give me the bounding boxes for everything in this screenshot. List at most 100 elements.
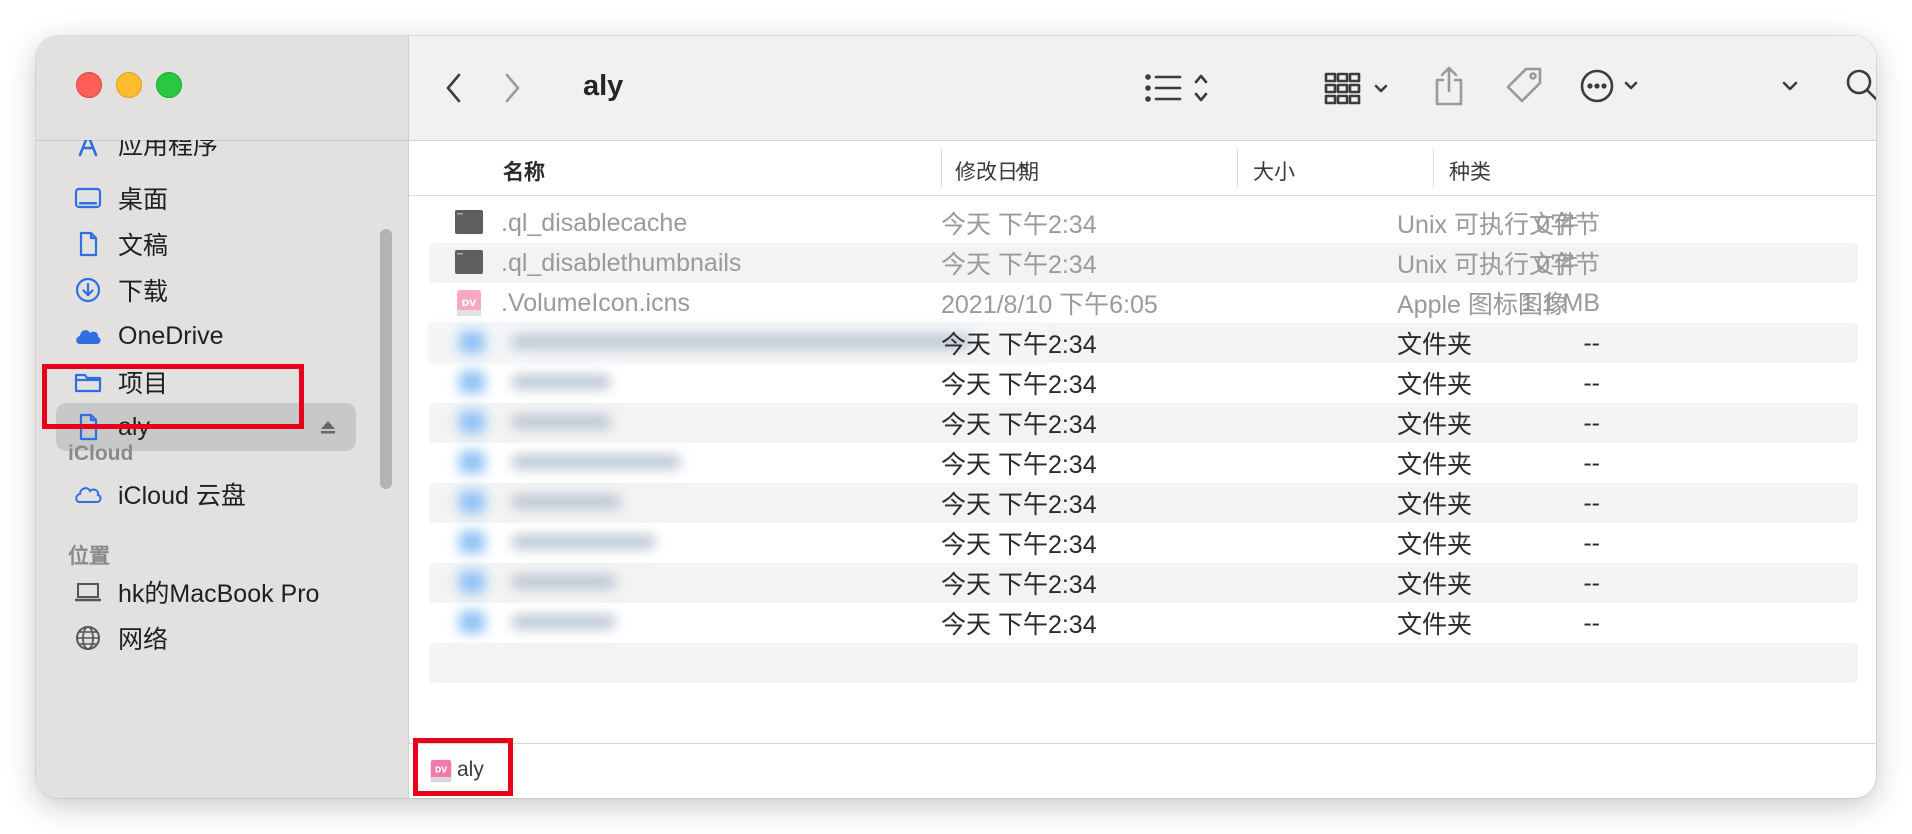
file-date: 今天 下午2:34 — [941, 611, 1097, 639]
chevron-down-icon — [1782, 81, 1798, 91]
eject-icon[interactable] — [316, 415, 340, 439]
sidebar-scrollbar[interactable] — [380, 229, 392, 489]
blurred-folder-name — [429, 603, 1858, 643]
table-row[interactable]: 今天 下午2:34 -- 文件夹 — [429, 563, 1858, 603]
laptop-icon — [70, 574, 106, 610]
action-button[interactable] — [1577, 64, 1647, 108]
table-row[interactable]: 今天 下午2:34 -- 文件夹 — [429, 603, 1858, 643]
file-kind: Apple 图标图像 — [1397, 291, 1568, 319]
sidebar-section-icloud: iCloud — [68, 442, 134, 465]
share-icon — [1435, 66, 1463, 106]
table-row[interactable]: 今天 下午2:34 -- 文件夹 — [429, 523, 1858, 563]
table-row[interactable]: 今天 下午2:34 -- 文件夹 — [429, 483, 1858, 523]
file-size: -- — [1583, 328, 1600, 357]
highlight-box-sidebar — [42, 364, 304, 429]
file-kind: 文件夹 — [1397, 611, 1473, 639]
file-kind: 文件夹 — [1397, 491, 1473, 519]
executable-file-icon — [455, 210, 483, 234]
blurred-folder-name — [429, 443, 1858, 483]
file-kind: Unix 可执行文件 — [1397, 211, 1579, 239]
file-size: -- — [1583, 448, 1600, 477]
executable-file-icon — [455, 250, 483, 274]
zoom-button[interactable] — [156, 72, 182, 98]
column-separator[interactable] — [1237, 149, 1238, 187]
file-kind: 文件夹 — [1397, 331, 1473, 359]
group-view-button[interactable] — [1323, 66, 1399, 110]
finder-window: 应用程序 桌面 文稿 下载 OneDrive 项目 aly iCloud iCl… — [36, 36, 1876, 798]
file-size: -- — [1583, 568, 1600, 597]
chevron-left-icon — [446, 73, 461, 103]
list-view-button[interactable] — [1141, 66, 1221, 110]
sidebar-item-downloads[interactable]: 下载 — [56, 266, 356, 314]
table-row[interactable]: DV .VolumeIcon.icns 2021/8/10 下午6:05 1.1… — [429, 283, 1858, 323]
window-controls — [76, 72, 182, 98]
sidebar-item-macbook[interactable]: hk的MacBook Pro — [56, 568, 356, 616]
column-header: 名称 修改日期 大小 种类 — [409, 141, 1876, 196]
desktop-icon — [70, 180, 106, 216]
network-icon — [70, 620, 106, 656]
file-date: 今天 下午2:34 — [941, 211, 1097, 239]
search-button[interactable] — [1839, 62, 1876, 108]
share-button[interactable] — [1429, 62, 1469, 110]
file-kind: 文件夹 — [1397, 531, 1473, 559]
sidebar-item-onedrive[interactable]: OneDrive — [56, 312, 356, 360]
sidebar-item-label: OneDrive — [118, 321, 224, 350]
applications-icon — [70, 140, 106, 162]
forward-button[interactable] — [497, 68, 527, 108]
blurred-folder-name — [429, 523, 1858, 563]
sidebar-item-label: 文稿 — [118, 232, 169, 260]
sidebar-item-network[interactable]: 网络 — [56, 614, 356, 662]
table-row[interactable]: 今天 下午2:34 -- 文件夹 — [429, 363, 1858, 403]
column-size[interactable]: 大小 — [1253, 156, 1295, 186]
blurred-folder-name — [429, 323, 1858, 363]
sidebar-item-label: 下载 — [118, 278, 169, 306]
window-title: aly — [583, 70, 624, 102]
sidebar-item-desktop[interactable]: 桌面 — [56, 174, 356, 222]
file-name: .ql_disablecache — [501, 208, 688, 237]
sidebar-item-icloud-drive[interactable]: iCloud 云盘 — [56, 470, 356, 518]
ellipsis-circle-icon — [1580, 69, 1638, 103]
file-kind: Unix 可执行文件 — [1397, 251, 1579, 279]
table-row[interactable]: 今天 下午2:34 -- 文件夹 — [429, 403, 1858, 443]
toolbar-overflow-button[interactable] — [1775, 64, 1805, 108]
minimize-button[interactable] — [116, 72, 142, 98]
sidebar-item-label: 应用程序 — [118, 140, 219, 160]
cloud-icon — [70, 318, 106, 354]
search-icon — [1846, 69, 1876, 101]
column-date[interactable]: 修改日期 — [955, 156, 1039, 186]
list-view-icon — [1145, 74, 1208, 102]
file-name: .VolumeIcon.icns — [501, 288, 690, 317]
toolbar: aly — [409, 36, 1876, 141]
path-bar: DV aly — [409, 738, 1876, 798]
svg-text:DV: DV — [462, 299, 476, 309]
file-kind: 文件夹 — [1397, 451, 1473, 479]
file-date: 今天 下午2:34 — [941, 411, 1097, 439]
close-button[interactable] — [76, 72, 102, 98]
cloud-outline-icon — [70, 476, 106, 512]
table-row[interactable]: 今天 下午2:34 -- 文件夹 — [429, 323, 1858, 363]
file-kind: 文件夹 — [1397, 571, 1473, 599]
sidebar-item-applications[interactable]: 应用程序 — [56, 140, 356, 162]
blurred-folder-name — [429, 563, 1858, 603]
column-separator[interactable] — [1433, 149, 1434, 187]
blurred-folder-name — [429, 363, 1858, 403]
column-separator[interactable] — [941, 149, 942, 187]
download-icon — [70, 272, 106, 308]
sidebar-item-label: hk的MacBook Pro — [118, 580, 320, 608]
highlight-box-pathbar — [413, 738, 513, 796]
file-date: 今天 下午2:34 — [941, 571, 1097, 599]
sidebar-item-documents[interactable]: 文稿 — [56, 220, 356, 268]
table-row[interactable]: .ql_disablethumbnails 今天 下午2:34 0字节 Unix… — [429, 243, 1858, 283]
file-kind: 文件夹 — [1397, 371, 1473, 399]
file-size: -- — [1583, 488, 1600, 517]
blurred-folder-name — [429, 483, 1858, 523]
column-kind[interactable]: 种类 — [1449, 156, 1491, 186]
file-size: -- — [1583, 528, 1600, 557]
table-row[interactable]: 今天 下午2:34 -- 文件夹 — [429, 443, 1858, 483]
back-button[interactable] — [439, 68, 469, 108]
document-icon — [70, 226, 106, 262]
file-list: 名称 修改日期 大小 种类 .ql_disablecache 今天 下午2:34… — [409, 141, 1876, 777]
column-name[interactable]: 名称 — [503, 156, 545, 186]
table-row[interactable]: .ql_disablecache 今天 下午2:34 0字节 Unix 可执行文… — [429, 203, 1858, 243]
tags-button[interactable] — [1503, 64, 1547, 108]
